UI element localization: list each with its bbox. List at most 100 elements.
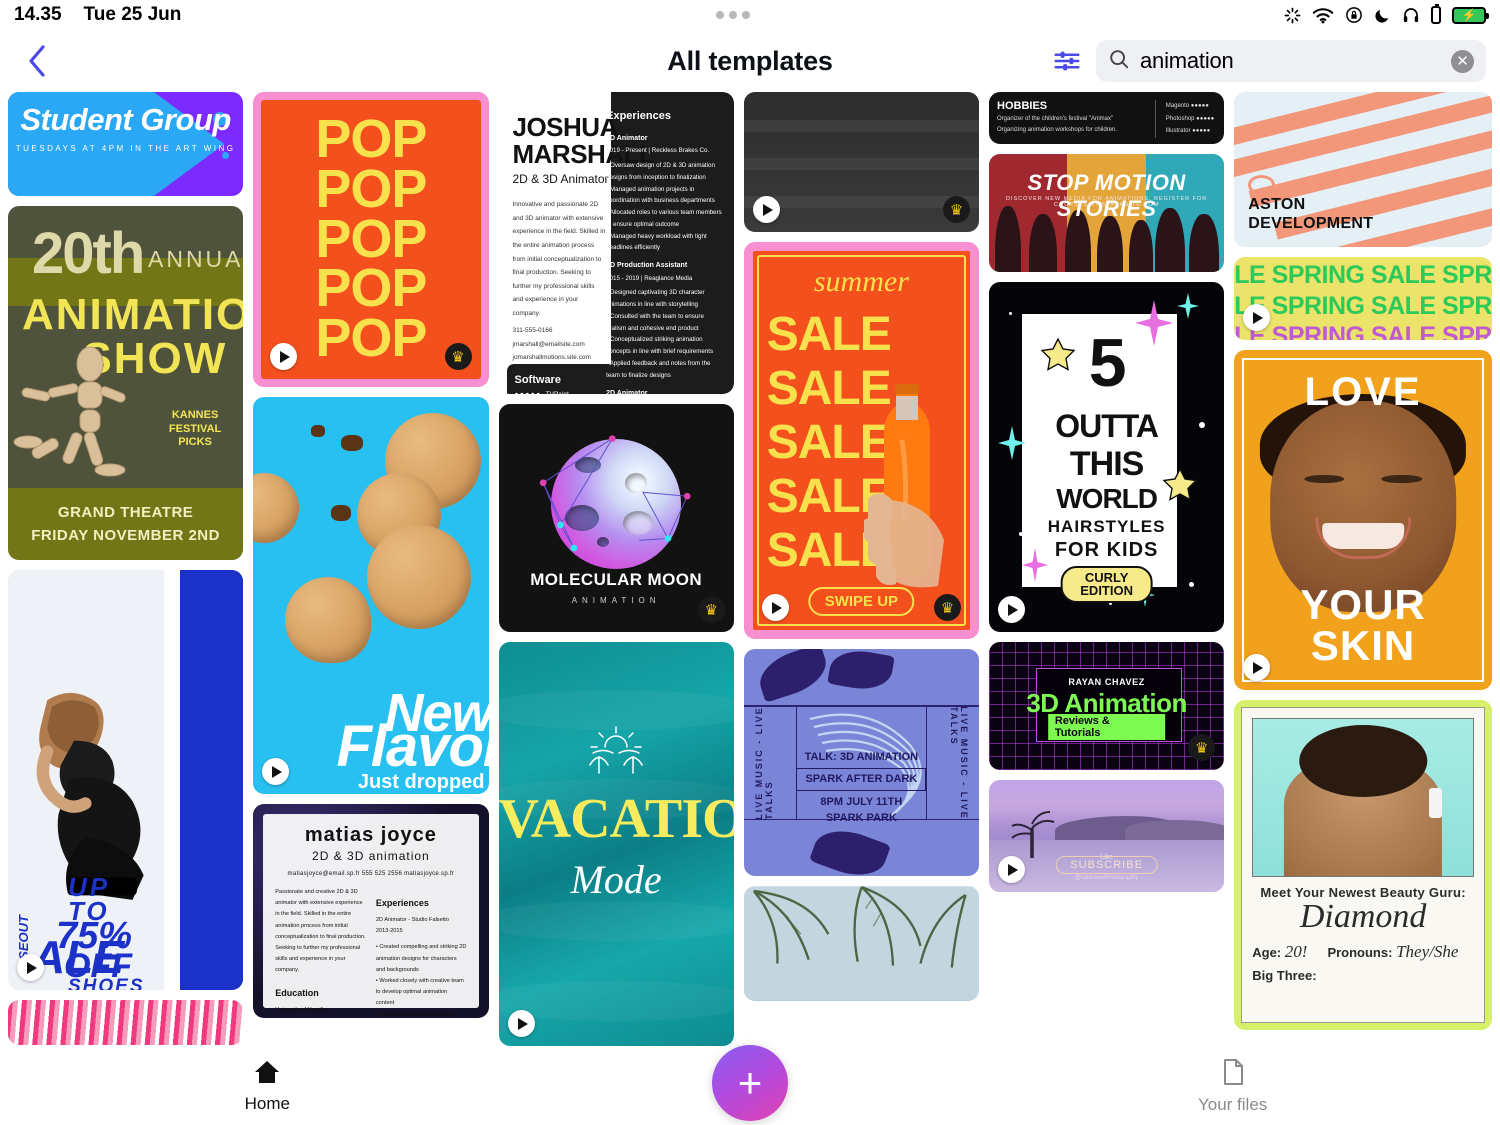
play-icon[interactable]	[761, 594, 789, 621]
animation-show-annual: ANNUAL	[148, 246, 244, 272]
template-card-student-group[interactable]: Student Group TUESDAYS AT 4PM IN THE ART…	[8, 92, 244, 196]
template-card-aston-development[interactable]: ASTON DEVELOPMENT	[1234, 92, 1492, 247]
play-icon[interactable]	[262, 758, 290, 785]
festival-award-laurel: KANNES FESTIVAL PICKS	[168, 408, 222, 449]
clear-search-button[interactable]: ✕	[1451, 49, 1474, 73]
headphones-icon	[1402, 6, 1420, 24]
matias-right-column: Experiences 2D Animator - Studio Falsett…	[376, 887, 467, 1018]
spring-row-highlight: LE SPRING SALE SPR	[1234, 322, 1492, 340]
software-row: ●●●●● TVPaint	[515, 391, 607, 394]
guru-big-three-label: Big Three:	[1252, 967, 1317, 983]
template-card-new-flavor[interactable]: New Flavor Just dropped	[253, 397, 489, 794]
create-new-button[interactable]: +	[711, 1044, 788, 1121]
do-not-disturb-moon-icon	[1374, 7, 1391, 24]
template-card-hobbies[interactable]: HOBBIES Organizer of the children's fest…	[989, 92, 1225, 144]
template-card-vacation-mode[interactable]: VACATION Mode	[498, 642, 734, 1046]
matias-bio: Passionate and creative 2D & 3D animator…	[275, 889, 366, 974]
play-icon[interactable]	[752, 196, 780, 223]
template-card-joshua-resume[interactable]: JOSHUA MARSHALL 2D & 3D Animator Innovat…	[498, 92, 734, 394]
leaf-decor	[826, 649, 895, 695]
template-card-outta-this-world[interactable]: 5 OUTTA THIS WORLD HAIRSTYLES FOR KIDS C…	[989, 282, 1225, 632]
spring-row: LE SPRING SALE SPR	[1234, 261, 1492, 289]
pop-line: POP	[315, 258, 427, 319]
outta-number: 5	[1088, 325, 1127, 401]
template-card-shoes-sale[interactable]: OSEOUT ALE UP TO 75% OFF SHOES	[8, 570, 244, 990]
love-line1: LOVE	[1304, 370, 1422, 415]
status-bar-right: ⚡	[1284, 4, 1489, 24]
template-card-matias-resume[interactable]: matias joyce 2D & 3D animation matiasjoy…	[253, 804, 488, 1018]
template-card-rayan-3d[interactable]: RAYAN CHAVEZ 3D Animation Reviews & Tuto…	[989, 642, 1225, 770]
matias-role: 2D & 3D animation	[312, 849, 430, 863]
student-group-subtitle: TUESDAYS AT 4PM IN THE ART WING	[15, 144, 236, 153]
hobbies-skills: Magento ●●●●● Photoshop ●●●●● Illustrato…	[1154, 100, 1214, 138]
grid-column-1: Student Group TUESDAYS AT 4PM IN THE ART…	[8, 92, 244, 1047]
center-dot	[741, 11, 750, 19]
center-dot	[728, 11, 737, 19]
spring-row: LE SPRING SALE SPR	[1234, 291, 1492, 320]
joshua-role: 2D & 3D Animator	[512, 172, 609, 186]
pop-line: POP	[315, 158, 427, 219]
play-icon[interactable]	[270, 343, 298, 370]
play-icon[interactable]	[998, 856, 1025, 883]
templates-grid[interactable]: Student Group TUESDAYS AT 4PM IN THE ART…	[0, 92, 1500, 1047]
exp-title: 3D Production Assistant	[606, 262, 688, 270]
template-card-pink-stripes[interactable]	[8, 1000, 244, 1045]
new-flavor-line3: Just dropped	[357, 771, 485, 793]
cookie-crumb	[341, 435, 364, 451]
lake-handle: @lakeviewPhotography	[1075, 874, 1139, 881]
template-card-summer-sale[interactable]: summer SALE SALE SALE SALE SALE SWIPE UP	[743, 242, 979, 639]
cookie-shape	[253, 473, 300, 543]
grid-column-5: HOBBIES Organizer of the children's fest…	[989, 92, 1225, 1047]
exp-dates: 2015 - 2019 | Reaglance Media	[606, 274, 693, 282]
grid-column-6: ASTON DEVELOPMENT LE SPRING SALE SPR LE …	[1234, 92, 1492, 1047]
outta-line2: THIS	[1069, 444, 1144, 483]
loading-spinner-icon	[1284, 7, 1301, 24]
product-bottle	[1429, 787, 1443, 818]
template-card-palm-photo[interactable]	[743, 886, 979, 1001]
shoes-sale-line6: SHOES	[68, 975, 145, 990]
app-header: All templates animation ✕	[0, 30, 1500, 92]
template-card-stop-motion[interactable]: STOP MOTION STORIES DISCOVER NEW MEDIA F…	[989, 154, 1225, 272]
home-icon	[253, 1059, 281, 1090]
template-card-animation-show[interactable]: 20th ANNUAL ANIMATION SHOW	[8, 206, 244, 560]
play-icon[interactable]	[507, 1010, 535, 1037]
outta-badge: CURLY EDITION	[1060, 565, 1153, 603]
exp-dates: 2019 - Present | Reckless Brakes Co.	[606, 147, 710, 155]
sun-palm-icon	[589, 726, 643, 774]
spark-place: SPARK PARK	[825, 812, 897, 825]
guru-pronouns-label: Pronouns:	[1327, 944, 1393, 960]
search-bar[interactable]: animation ✕	[1096, 40, 1486, 82]
template-card-spark-after-dark[interactable]: LIVE MUSIC - LIVE TALKS LIVE MUSIC - LIV…	[743, 649, 979, 876]
template-card-love-your-skin[interactable]: LOVE YOUR SKIN	[1234, 350, 1492, 690]
template-card-spring-sale[interactable]: LE SPRING SALE SPR LE SPRING SALE SPR LE…	[1234, 257, 1492, 340]
guru-details-row: Age: 20! Pronouns: They/She	[1252, 942, 1474, 962]
swipe-up-cta[interactable]: SWIPE UP	[808, 587, 915, 616]
status-bar-center-dots	[181, 11, 1284, 19]
play-icon[interactable]	[17, 954, 44, 981]
filter-sliders-icon[interactable]	[1050, 44, 1084, 78]
cookie-shape	[366, 525, 471, 629]
nav-item-home[interactable]: Home	[177, 1059, 357, 1114]
matias-education-body: University of Hamilton 2015 · Bachelor i…	[275, 1006, 361, 1019]
template-card-lake-subscribe[interactable]: Like SUBSCRIBE @lakeviewPhotography	[989, 780, 1225, 892]
software-name: TVPaint	[546, 391, 569, 394]
matias-name: matias joyce	[304, 824, 437, 846]
cookie-crumb	[311, 425, 326, 437]
molecular-network	[539, 435, 691, 552]
files-icon	[1220, 1058, 1246, 1091]
aston-line1: ASTON	[1248, 195, 1306, 213]
template-card-molecular-moon[interactable]: MOLECULAR MOON ANIMATION ♛	[498, 404, 734, 632]
spark-talk: TALK: 3D ANIMATION	[804, 750, 919, 763]
play-icon[interactable]	[998, 596, 1025, 623]
nav-item-your-files[interactable]: Your files	[1143, 1058, 1323, 1115]
bubble-decor	[222, 152, 230, 159]
template-card-beauty-guru[interactable]: Meet Your Newest Beauty Guru: Diamond Ag…	[1234, 700, 1492, 1030]
outta-line4: HAIRSTYLES	[1047, 516, 1166, 536]
outta-line1: OUTTA	[1055, 408, 1159, 444]
matias-exp1-title: 2D Animator - Studio Falsetto	[375, 917, 449, 923]
template-card-dark-video[interactable]: ♛	[743, 92, 979, 232]
matias-experiences-heading: Experiences	[375, 898, 429, 908]
subscribe-button[interactable]: SUBSCRIBE	[1055, 856, 1158, 875]
search-input[interactable]: animation	[1140, 48, 1441, 74]
template-card-pop[interactable]: POP POP POP POP POP ♛	[253, 92, 489, 387]
